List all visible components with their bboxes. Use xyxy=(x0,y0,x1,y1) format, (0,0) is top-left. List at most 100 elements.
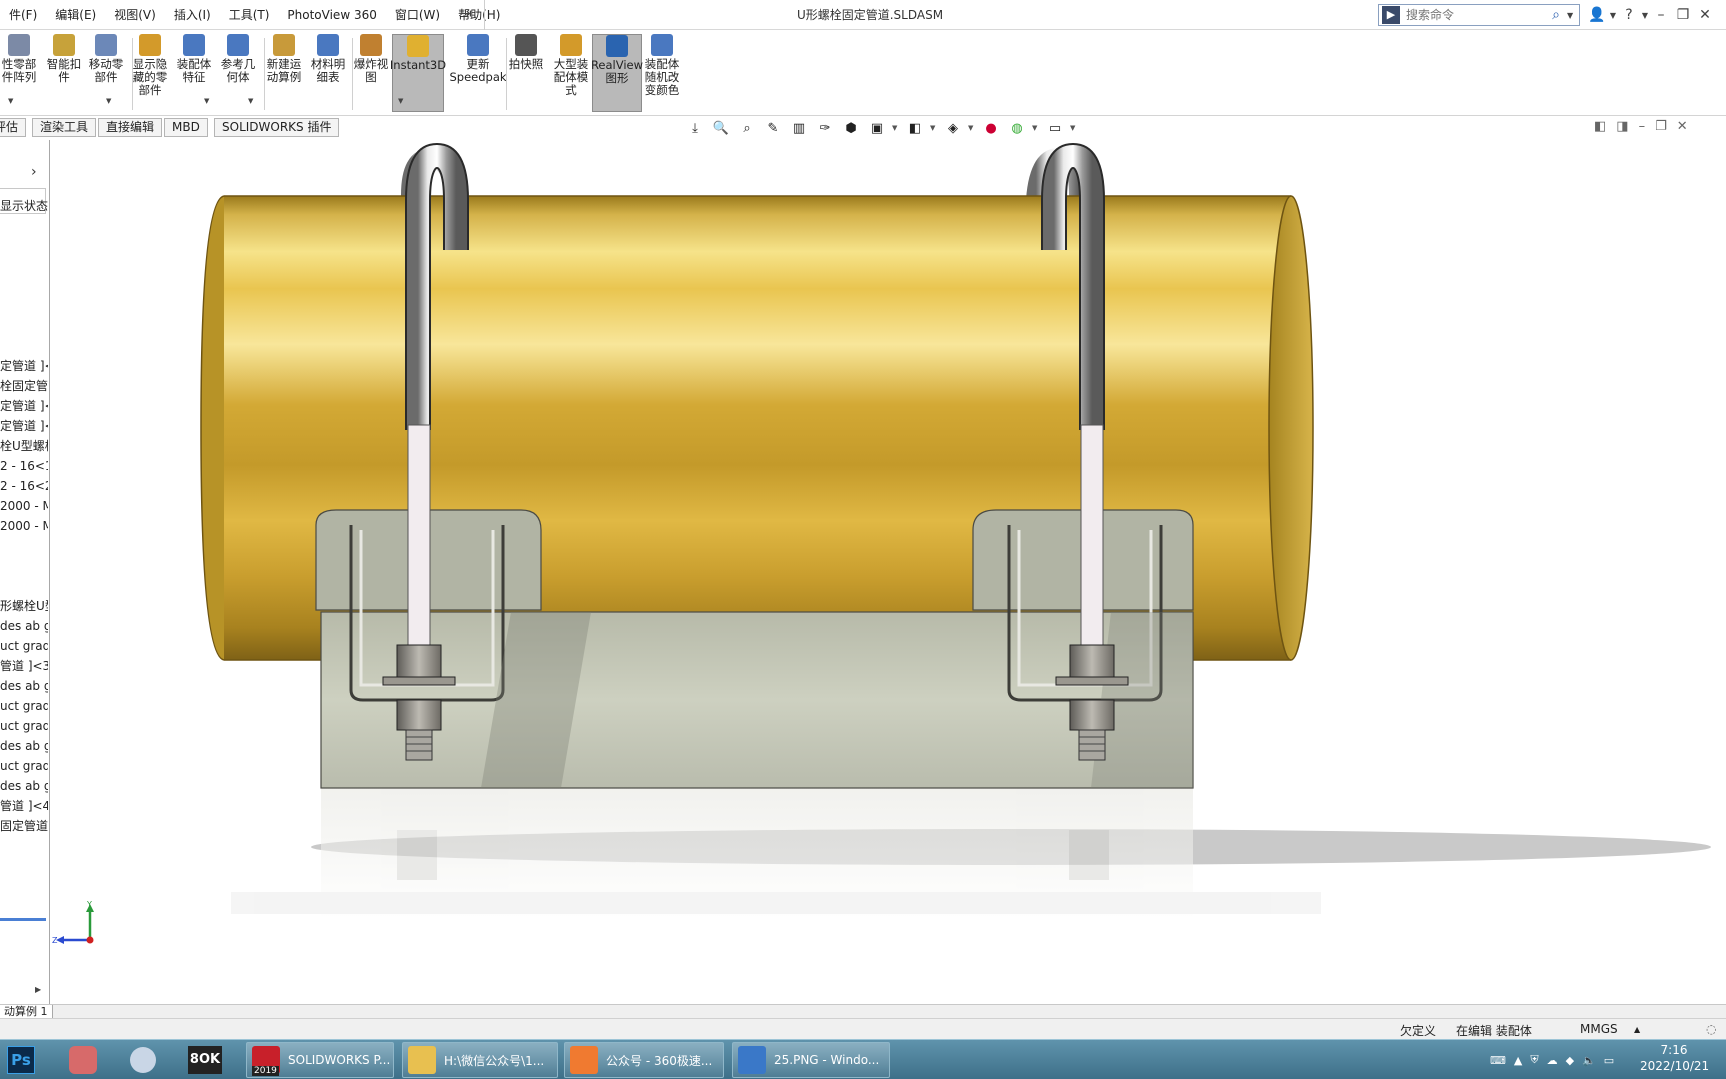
expand-arrow-icon[interactable]: › xyxy=(31,164,37,180)
graphics-area[interactable]: ⌂ ▦ ▭ ▤ ◕ ☰ xyxy=(51,140,1726,1004)
tree-item[interactable]: 管道 ]<4 xyxy=(0,798,48,814)
tree-item[interactable]: 形螺栓U型 xyxy=(0,598,48,614)
keyboard-icon[interactable]: ⌨ xyxy=(1490,1054,1506,1067)
ribbon-button-large-assembly[interactable]: 大型装 配体模 式 xyxy=(552,34,590,112)
display-style-icon[interactable]: ⬢ xyxy=(840,119,862,137)
tree-item[interactable]: 2 - 16<1: xyxy=(0,458,48,474)
ribbon-dropdown-icon[interactable]: ▼ xyxy=(8,97,13,105)
menu-item[interactable]: 件(F) xyxy=(0,0,46,30)
tree-item[interactable]: 2000 - M xyxy=(0,498,48,514)
menu-item[interactable]: 插入(I) xyxy=(165,0,220,30)
appearance-dropdown-icon[interactable]: ▼ xyxy=(930,124,938,132)
volume-icon[interactable]: 🔈 xyxy=(1582,1054,1596,1067)
tree-item[interactable]: uct grad xyxy=(0,718,48,734)
motion-study-tab[interactable]: 动算例 1 xyxy=(0,1005,53,1018)
scene-dropdown-icon[interactable]: ▼ xyxy=(968,124,976,132)
taskbar-app-image-viewer[interactable]: 25.PNG - Windo... xyxy=(732,1042,890,1078)
tray-expand-icon[interactable]: ▲ xyxy=(1514,1054,1522,1067)
tree-item[interactable]: 栓固定管道 xyxy=(0,378,48,394)
clock[interactable]: 7:16 2022/10/21 xyxy=(1640,1042,1709,1074)
user-icon[interactable]: 👤 xyxy=(1586,7,1608,23)
help-dropdown-icon[interactable]: ▼ xyxy=(1640,11,1650,20)
menu-item[interactable]: 工具(T) xyxy=(220,0,279,30)
tree-item[interactable]: uct grad xyxy=(0,698,48,714)
command-tab[interactable]: 评估 xyxy=(0,118,27,137)
magnifier-icon[interactable]: ⌕ xyxy=(1545,7,1567,23)
units-status[interactable]: MMGS xyxy=(1580,1022,1618,1036)
menu-item[interactable]: 编辑(E) xyxy=(46,0,105,30)
obs-icon[interactable]: 8OK xyxy=(186,1043,224,1077)
ribbon-button-bom[interactable]: 材料明 细表 xyxy=(308,34,348,112)
tree-item[interactable]: 管道 ]<3 xyxy=(0,658,48,674)
taskbar-app-solidworks[interactable]: 2019 SOLIDWORKS P... xyxy=(246,1042,394,1078)
ribbon-dropdown-icon[interactable]: ▼ xyxy=(106,97,111,105)
security-icon[interactable]: ⛨ xyxy=(1530,1053,1538,1067)
viewport-left-icon[interactable]: ◧ xyxy=(1594,119,1606,134)
units-dropdown-icon[interactable]: ▲ xyxy=(1634,1025,1640,1034)
ribbon-button-exploded-view[interactable]: 爆炸视 图 xyxy=(352,34,390,112)
minimize-icon[interactable]: – xyxy=(1650,7,1672,23)
tree-item[interactable]: des ab g xyxy=(0,778,48,794)
zoom-to-area-icon[interactable]: 🔍 xyxy=(710,119,732,137)
shield-icon[interactable]: ◆ xyxy=(1566,1054,1574,1067)
view-orientation-icon[interactable]: ✑ xyxy=(814,119,836,137)
user-dropdown-icon[interactable]: ▼ xyxy=(1608,11,1618,20)
menu-item[interactable]: 帮助(H) xyxy=(449,0,509,30)
tree-item[interactable]: uct grad xyxy=(0,758,48,774)
edit-appearance-icon[interactable]: ◧ xyxy=(904,119,926,137)
photoshop-icon[interactable]: Ps xyxy=(2,1043,40,1077)
ribbon-button-motion-study[interactable]: 新建运 动算例 xyxy=(262,34,306,112)
ribbon-button-realview[interactable]: RealView 图形 xyxy=(591,34,643,112)
view-settings-dropdown-icon[interactable]: ▼ xyxy=(1070,124,1078,132)
search-input[interactable] xyxy=(1400,8,1545,22)
network-icon[interactable]: ☁ xyxy=(1547,1054,1558,1067)
display-icon[interactable]: ▭ xyxy=(1604,1054,1614,1067)
ribbon-button-speedpak[interactable]: 更新 Speedpak xyxy=(449,34,507,112)
tree-item[interactable]: 2 - 16<2: xyxy=(0,478,48,494)
help-icon[interactable]: ? xyxy=(1618,7,1640,23)
ribbon-dropdown-icon[interactable]: ▼ xyxy=(204,97,209,105)
tree-item[interactable]: des ab g xyxy=(0,738,48,754)
view-settings-icon[interactable]: ▭ xyxy=(1044,119,1066,137)
command-tab[interactable]: 直接编辑 xyxy=(98,118,163,137)
tree-item[interactable]: 定管道 ]< xyxy=(0,398,48,414)
ribbon-button-snapshot[interactable]: 拍快照 xyxy=(508,34,544,112)
tree-item[interactable]: 固定管道 ] xyxy=(0,818,48,834)
viewport-restore-icon[interactable]: ❐ xyxy=(1655,119,1667,134)
tree-item[interactable]: des ab g xyxy=(0,618,48,634)
taskbar-app-folder[interactable]: H:\微信公众号\1... xyxy=(402,1042,558,1078)
tree-item[interactable]: uct grad xyxy=(0,638,48,654)
close-icon[interactable]: ✕ xyxy=(1694,7,1716,23)
dynamic-annotation-icon[interactable]: ▥ xyxy=(788,119,810,137)
ribbon-button-fastener[interactable]: 智能扣 件 xyxy=(44,34,84,112)
tree-item[interactable]: 2000 - M xyxy=(0,518,48,534)
viewport-minimize-icon[interactable]: – xyxy=(1639,119,1646,134)
menu-item[interactable]: 窗口(W) xyxy=(386,0,449,30)
search-box[interactable]: ▶ ⌕ ▼ xyxy=(1378,4,1580,26)
color-palette-icon[interactable]: ● xyxy=(980,119,1002,137)
zoom-to-fit-icon[interactable]: ⤓ xyxy=(684,119,706,137)
restore-icon[interactable]: ❐ xyxy=(1672,7,1694,23)
tree-item[interactable]: 定管道 ]<1 xyxy=(0,358,48,374)
viewport-close-icon[interactable]: ✕ xyxy=(1677,119,1688,134)
scene-more-dropdown-icon[interactable]: ▼ xyxy=(1032,124,1040,132)
camera-app-icon[interactable] xyxy=(64,1043,102,1077)
capture-tool-icon[interactable] xyxy=(124,1043,162,1077)
previous-view-icon[interactable]: ⌕ xyxy=(736,119,758,137)
pin-icon[interactable]: ⇥ xyxy=(460,6,472,22)
ribbon-button-pattern[interactable]: 性零部 件阵列 xyxy=(0,34,38,112)
hide-show-items-icon[interactable]: ▣ xyxy=(866,119,888,137)
tree-item[interactable]: 栓U型螺栓 xyxy=(0,438,48,454)
apply-scene-icon[interactable]: ◈ xyxy=(942,119,964,137)
command-tab[interactable]: 渲染工具 xyxy=(32,118,97,137)
section-view-icon[interactable]: ✎ xyxy=(762,119,784,137)
ribbon-dropdown-icon[interactable]: ▼ xyxy=(398,97,403,105)
tooltip-icon[interactable]: ◌ xyxy=(1706,1022,1716,1036)
ribbon-button-show-hidden[interactable]: 显示隐 藏的零 部件 xyxy=(128,34,172,112)
tree-item[interactable]: 定管道 ]< xyxy=(0,418,48,434)
search-dropdown-icon[interactable]: ▼ xyxy=(1567,11,1579,20)
command-tab[interactable]: SOLIDWORKS 插件 xyxy=(214,118,340,137)
command-tab[interactable]: MBD xyxy=(164,118,208,137)
scroll-right-icon[interactable]: ▶ xyxy=(35,985,41,994)
ribbon-dropdown-icon[interactable]: ▼ xyxy=(248,97,253,105)
